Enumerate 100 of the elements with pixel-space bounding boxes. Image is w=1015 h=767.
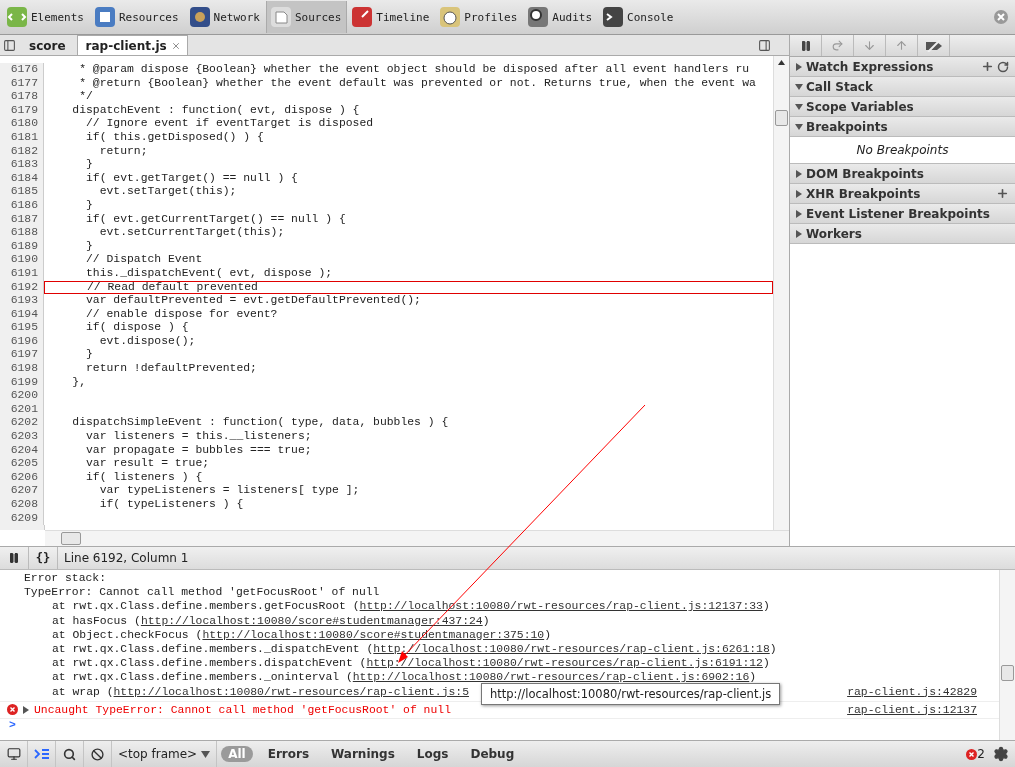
code-line: if( this.getDisposed() ) { — [85, 130, 265, 145]
source-link[interactable]: rap-client.js:12137 — [847, 703, 977, 716]
panel-tab[interactable]: Elements — [2, 1, 90, 33]
panel-tab[interactable]: Console — [598, 1, 680, 33]
collapse-icon[interactable] — [795, 82, 803, 91]
code-line: */ — [78, 90, 94, 104]
file-tab[interactable]: rap-client.js — [76, 35, 188, 55]
line-number: 6188 — [0, 226, 44, 240]
code-line: // Dispatch Event — [85, 253, 204, 267]
expand-icon[interactable] — [22, 705, 30, 714]
code-line: * @return {Boolean} whether the event default was prevented or not. Returns true, when the event wa — [78, 76, 757, 91]
panel-tab[interactable]: Timeline — [347, 1, 436, 33]
section-header[interactable]: Breakpoints — [790, 117, 1015, 137]
expand-icon[interactable] — [795, 62, 803, 71]
code-line: if( evt.getCurrentTarget() == null ) { — [85, 212, 347, 227]
code-line: } — [85, 198, 94, 213]
section-header[interactable]: Workers — [790, 224, 1015, 244]
pretty-print-button[interactable]: {} — [35, 551, 51, 565]
expand-icon[interactable] — [795, 169, 803, 178]
scroll-up-icon[interactable] — [778, 60, 785, 65]
close-icon[interactable] — [170, 40, 181, 51]
code-icon — [6, 6, 28, 28]
line-number: 6198 — [0, 362, 44, 376]
pause-on-exceptions-icon[interactable] — [8, 552, 20, 564]
console-drawer-icon[interactable] — [33, 748, 50, 760]
code-line: evt.dispose(); — [98, 334, 197, 349]
file-tab[interactable]: score — [20, 35, 73, 55]
expand-icon[interactable] — [795, 209, 803, 218]
code-line: if( listeners ) { — [85, 470, 204, 485]
code-line: evt.setCurrentTarget(this); — [98, 226, 286, 240]
line-number: 6195 — [0, 321, 44, 335]
line-number: 6208 — [0, 498, 44, 512]
refresh-icon[interactable] — [997, 60, 1009, 73]
panel-tab[interactable]: Sources — [265, 1, 348, 33]
sidebar-toggle-icon[interactable] — [758, 39, 771, 52]
section-header[interactable]: Call Stack — [790, 77, 1015, 97]
console-prompt[interactable]: > — [0, 718, 999, 735]
deactivate-breakpoints-icon[interactable] — [923, 39, 944, 52]
source-link[interactable]: http://localhost:10080/rwt-resources/rap-client.js:5 — [113, 685, 469, 698]
code-line: evt.setTarget(this); — [98, 185, 238, 199]
section-header[interactable]: XHR Breakpoints — [790, 184, 1015, 204]
code-line: } — [85, 348, 94, 363]
line-number: 6183 — [0, 158, 44, 172]
section-header[interactable]: Watch Expressions — [790, 57, 1015, 77]
source-link[interactable]: http://localhost:10080/rwt-resources/rap-client.js:6902:16 — [352, 671, 750, 684]
filter-tab[interactable]: Logs — [409, 746, 456, 762]
panel-tab[interactable]: Profiles — [435, 1, 524, 33]
stack-frame: at rwt.qx.Class.define.members._oninterval (http://localhost:10080/rwt-resources/rap-client.js:6902:16) — [0, 670, 757, 685]
line-number: 6178 — [0, 90, 44, 104]
add-icon[interactable] — [981, 60, 994, 73]
code-line: // Ignore event if eventTarget is disposed — [85, 117, 375, 131]
filter-tab[interactable]: Errors — [260, 746, 317, 762]
error-icon — [966, 748, 978, 760]
error-count[interactable]: 2 — [977, 747, 989, 761]
code-line: var typeListeners = listeners[ type ]; — [98, 484, 361, 498]
sidebar-toggle-icon[interactable] — [3, 39, 16, 52]
search-icon[interactable] — [63, 747, 76, 761]
close-icon[interactable] — [993, 9, 1009, 25]
code-line: var defaultPrevented = evt.getDefaultPrevented(); — [85, 294, 422, 308]
settings-icon[interactable] — [993, 746, 1009, 762]
code-line: } — [85, 239, 94, 254]
filter-tab[interactable]: Debug — [463, 746, 522, 762]
line-number: 6197 — [0, 348, 44, 363]
line-number: 6185 — [0, 185, 44, 199]
filter-tab[interactable]: Warnings — [324, 746, 402, 762]
code-line: } — [85, 158, 94, 172]
dock-icon[interactable] — [6, 747, 21, 761]
code-line: // enable dispose for event? — [85, 307, 279, 322]
add-icon[interactable] — [996, 187, 1009, 200]
expand-icon[interactable] — [795, 229, 803, 238]
source-link[interactable]: rap-client.js:42829 — [847, 684, 977, 699]
console-text: TypeError: Cannot call method 'getFocusRoot' of null — [23, 585, 381, 600]
cursor-position: Line 6192, Column 1 — [63, 551, 189, 565]
frame-selector[interactable]: <top frame> — [112, 741, 218, 767]
source-link[interactable]: http://localhost:10080/rwt-resources/rap-client.js:6191:12 — [366, 657, 763, 670]
code-line: return; — [98, 144, 149, 159]
scrollbar-thumb[interactable] — [1001, 665, 1014, 681]
panel-tab[interactable]: Audits — [523, 1, 599, 33]
clear-icon[interactable] — [91, 747, 104, 761]
code-line: var propagate = bubbles === true; — [85, 443, 313, 458]
stack-frame: at rwt.qx.Class.define.members.dispatchEvent (http://localhost:10080/rwt-resources/rap-client.js:6191:12) — [0, 656, 770, 671]
scrollbar-thumb[interactable] — [61, 532, 81, 545]
code-line: * @param dispose {Boolean} whether the event object should be disposed after all event handlers ru — [78, 63, 751, 77]
pause-icon[interactable] — [799, 39, 812, 52]
section-header[interactable]: Event Listener Breakpoints — [790, 204, 1015, 224]
section-header[interactable]: DOM Breakpoints — [790, 164, 1015, 184]
expand-icon[interactable] — [795, 189, 803, 198]
panel-tab[interactable]: Resources — [90, 1, 185, 33]
code-line: dispatchSimpleEvent : function( type, data, bubbles ) { — [71, 416, 450, 431]
document-icon — [269, 6, 292, 28]
panel-tab[interactable]: Network — [184, 1, 266, 33]
error-message: Uncaught TypeError: Cannot call method 'getFocusRoot' of null — [34, 703, 452, 716]
scrollbar-thumb[interactable] — [775, 110, 788, 126]
caret-icon[interactable] — [201, 750, 211, 758]
collapse-icon[interactable] — [795, 122, 803, 131]
line-number: 6207 — [0, 484, 44, 498]
line-number: 6203 — [0, 430, 44, 444]
code-line: if( typeListeners ) { — [98, 498, 245, 512]
section-header[interactable]: Scope Variables — [790, 97, 1015, 117]
collapse-icon[interactable] — [795, 102, 803, 111]
